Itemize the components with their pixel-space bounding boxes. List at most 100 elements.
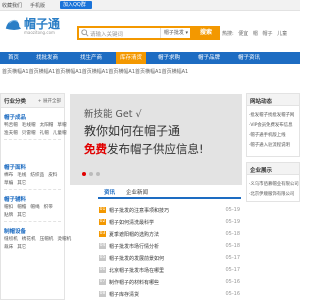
enterprise-link[interactable]: ·北京伊顺服饰有限公司 xyxy=(249,191,294,197)
category-link[interactable]: 帽檐 xyxy=(17,205,26,210)
category-link[interactable]: 绣花机 xyxy=(22,237,36,242)
category-link[interactable]: 草帽 xyxy=(57,123,66,128)
top-bar: 收藏我们 手机版 加入QQ群 xyxy=(0,0,300,11)
category-row: 棉布 毛线 纺织品 皮料 xyxy=(4,172,61,178)
sidebar-title: 行业分类 xyxy=(4,99,27,105)
banner-pagination xyxy=(82,172,112,178)
news-item[interactable]: 07 制作帽子的材料有哪些 05-16 xyxy=(99,278,240,287)
news-rank: 06 xyxy=(99,267,106,273)
notice-link[interactable]: ·VIP会员免费发布信息 xyxy=(249,122,292,128)
category-title[interactable]: 制帽设备 xyxy=(4,227,26,235)
news-title[interactable]: 北京帽子批发市场在哪里 xyxy=(109,267,164,274)
nav-stock-clearance[interactable]: 库存清货 xyxy=(116,52,147,64)
news-date: 05-19 xyxy=(225,219,240,225)
category-link[interactable]: 贴牌 xyxy=(4,213,13,218)
tab-enterprise-news[interactable]: 企业新闻 xyxy=(126,189,148,198)
banner-line-2: 教你如何在帽子通 xyxy=(84,124,181,138)
enterprise-link[interactable]: ·义乌市佰慕帽业有限公司 xyxy=(249,181,299,187)
nav-brands[interactable]: 帽子品牌 xyxy=(198,52,220,64)
category-title[interactable]: 帽子面料 xyxy=(4,163,26,171)
nav-news[interactable]: 帽子资讯 xyxy=(238,52,260,64)
category-link[interactable]: 织带 xyxy=(44,205,53,210)
category-link[interactable]: 棉布 xyxy=(4,173,13,178)
nav-home[interactable]: 首页 xyxy=(8,52,19,64)
category-link[interactable]: 礼帽 xyxy=(40,131,49,136)
category-link[interactable]: 毛线 xyxy=(17,173,26,178)
hot-searches: 热搜: 便宜 帽 帽子 儿童 xyxy=(222,30,287,37)
hot-term[interactable]: 儿童 xyxy=(277,31,287,37)
banner-ad-strip[interactable]: 首页横幅A1首页横幅A1首页横幅A1首页横幅A1首页横幅A1首页横幅A1首页横幅… xyxy=(2,68,298,76)
category-title[interactable]: 帽子辅料 xyxy=(4,195,26,203)
category-link[interactable]: 太阳帽 xyxy=(40,123,54,128)
category-link[interactable]: 贝雷帽 xyxy=(22,131,36,136)
tab-news[interactable]: 资讯 xyxy=(104,189,115,198)
news-title[interactable]: 帽子库存清货 xyxy=(109,291,139,298)
hot-term[interactable]: 帽子 xyxy=(263,31,273,37)
news-title[interactable]: 夏季遮阳帽的选购方法 xyxy=(109,231,159,238)
news-rank: 04 xyxy=(99,243,106,249)
category-link[interactable]: 草编 xyxy=(4,181,13,186)
category-link[interactable]: 纺织品 xyxy=(30,173,44,178)
news-rank: 05 xyxy=(99,255,106,261)
notice-link[interactable]: ·批发帽子找批发帽子网 xyxy=(249,112,294,118)
news-rank: 01 xyxy=(99,207,106,213)
category-link[interactable]: 其它 xyxy=(17,245,26,250)
sidebar-header: 行业分类 + 展开全部 xyxy=(1,94,64,108)
news-item[interactable]: 03 夏季遮阳帽的选购方法 05-18 xyxy=(99,230,240,239)
news-title[interactable]: 帽子如何清洗最科学 xyxy=(109,219,154,226)
hot-term[interactable]: 便宜 xyxy=(238,31,248,37)
news-rank: 07 xyxy=(99,279,106,285)
notice-link[interactable]: ·帽子通入驻流程说明 xyxy=(249,142,290,148)
news-item[interactable]: 01 帽子批发的注意事项和技巧 05-19 xyxy=(99,206,240,215)
category-link[interactable]: 皮料 xyxy=(48,173,57,178)
nav-producers[interactable]: 找生产商 xyxy=(80,52,102,64)
category-link[interactable]: 毛线帽 xyxy=(22,123,36,128)
banner-dot[interactable] xyxy=(96,172,100,176)
site-notice-panel: 网站动态 ·批发帽子找批发帽子网 ·VIP会员免费发布信息 ·帽子通手机版上线 … xyxy=(246,93,300,157)
banner-dot[interactable] xyxy=(89,172,93,176)
expand-all-link[interactable]: + 展开全部 xyxy=(38,98,61,104)
news-title[interactable]: 帽子批发市场行情分析 xyxy=(109,243,159,250)
category-row: 裁床 其它 xyxy=(4,244,30,250)
news-date: 05-18 xyxy=(225,231,240,237)
nav-wholesalers[interactable]: 找批发商 xyxy=(36,52,58,64)
news-title[interactable]: 制作帽子的材料有哪些 xyxy=(109,279,159,286)
news-item[interactable]: 04 帽子批发市场行情分析 05-18 xyxy=(99,242,240,251)
category-link[interactable]: 帽扣 xyxy=(4,205,13,210)
news-date: 05-16 xyxy=(225,291,240,297)
news-title[interactable]: 帽子批发的注意事项和技巧 xyxy=(109,207,169,214)
news-item[interactable]: 06 北京帽子批发市场在哪里 05-17 xyxy=(99,266,240,275)
category-title[interactable]: 帽子成品 xyxy=(4,113,26,121)
hot-term[interactable]: 帽 xyxy=(253,31,258,37)
banner-dot[interactable] xyxy=(82,172,86,176)
news-item[interactable]: 08 帽子库存清货 05-16 xyxy=(99,290,240,299)
category-link[interactable]: 缝纫机 xyxy=(4,237,18,242)
category-link[interactable]: 帽绳 xyxy=(30,205,39,210)
search-button[interactable]: 搜索 xyxy=(192,26,220,40)
category-link[interactable]: 鸭舌帽 xyxy=(4,123,18,128)
news-item[interactable]: 02 帽子如何清洗最科学 05-19 xyxy=(99,218,240,227)
category-link[interactable]: 压帽机 xyxy=(40,237,54,242)
news-date: 05-19 xyxy=(225,207,240,213)
enterprise-title: 企业展示 xyxy=(247,163,299,175)
mobile-link[interactable]: 手机版 xyxy=(30,2,45,9)
category-row: 缝纫机 绣花机 压帽机 烫帽机 xyxy=(4,236,75,242)
notice-link[interactable]: ·帽子通手机版上线 xyxy=(249,132,286,138)
category-link[interactable]: 裁床 xyxy=(4,245,13,250)
category-link[interactable]: 烫帽机 xyxy=(57,237,71,242)
promo-banner[interactable]: 新技能 Get √ 教你如何在帽子通 免费发布帽子供应信息! xyxy=(70,94,242,185)
category-link[interactable]: 渔夫帽 xyxy=(4,131,18,136)
logo-icon[interactable] xyxy=(4,16,22,34)
nav-buying-requests[interactable]: 帽子求购 xyxy=(158,52,180,64)
news-title[interactable]: 帽子批发的发展前景如何 xyxy=(109,255,164,262)
search-scope-select[interactable]: 帽子批发 ▾ xyxy=(159,28,188,38)
qq-group-button[interactable]: 加入QQ群 xyxy=(60,1,92,9)
favorite-link[interactable]: 收藏我们 xyxy=(2,2,22,9)
category-link[interactable]: 其它 xyxy=(17,181,26,186)
search-input[interactable]: 请输入关键词 xyxy=(90,30,123,38)
divider xyxy=(4,221,61,222)
category-link[interactable]: 其它 xyxy=(17,213,26,218)
category-link[interactable]: 儿童帽 xyxy=(53,131,67,136)
search-box[interactable]: 请输入关键词 帽子批发 ▾ xyxy=(77,26,192,40)
news-item[interactable]: 05 帽子批发的发展前景如何 05-17 xyxy=(99,254,240,263)
